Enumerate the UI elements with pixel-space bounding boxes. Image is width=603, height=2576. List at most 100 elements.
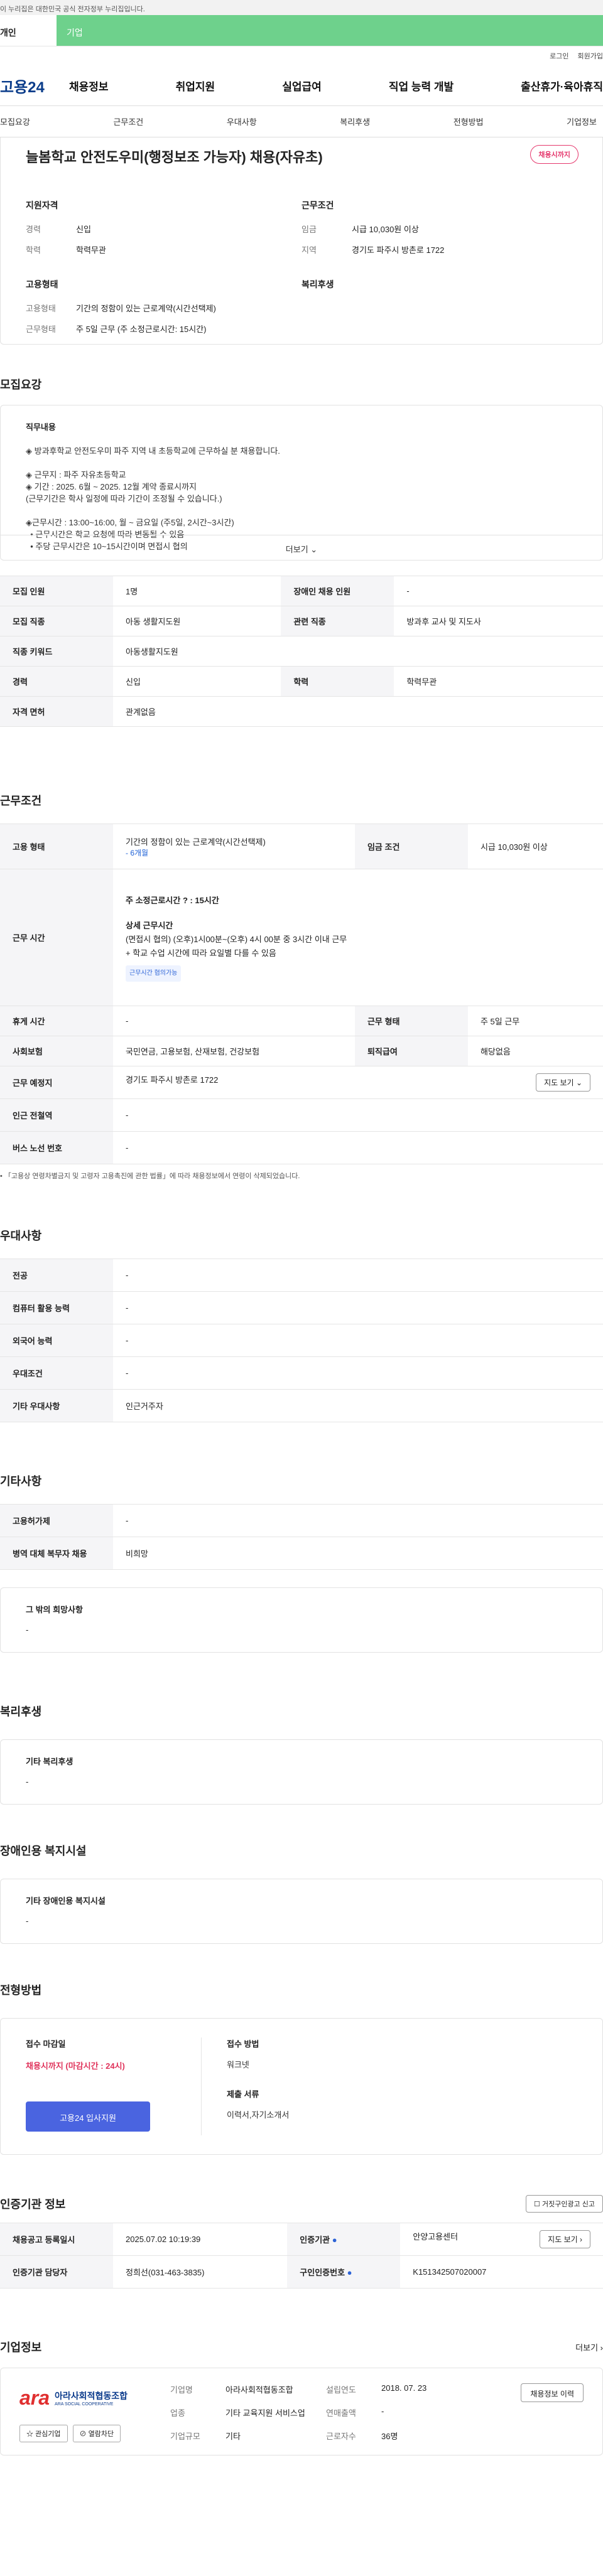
gnb-item-leave[interactable]: 출산휴가·육아휴직 — [521, 78, 603, 94]
info-key: 근로자수 — [326, 2432, 356, 2441]
table-header-cell: 휴게 시간 — [0, 1006, 113, 1036]
table-header-cell: 직종 키워드 — [0, 636, 113, 667]
agency-map-button[interactable]: 지도 보기 › — [540, 2230, 590, 2248]
work-table: 고용 형태 기간의 정함이 있는 근로계약(시간선택제) - 6개월 임금 조건 … — [0, 824, 603, 1164]
subnav-process[interactable]: 전형방법 — [454, 115, 484, 127]
site-logo[interactable]: 고용24 — [0, 75, 69, 97]
tab-personal[interactable]: 개인 — [0, 15, 57, 46]
job-summary-card: 늘봄학교 안전도우미(행정보조 가능자) 채용(자유초) 채용시까지 지원자격 … — [0, 137, 603, 345]
table-cell: 1명 — [113, 576, 281, 606]
disabled-box: 기타 장애인용 복지시설 - — [0, 1879, 603, 1944]
apply-button[interactable]: 고용24 입사지원 — [26, 2101, 150, 2132]
table-header-cell: 인근 전철역 — [0, 1098, 113, 1132]
login-link[interactable]: 로그인 — [550, 51, 568, 61]
gnb-item-jobs[interactable]: 채용정보 — [69, 78, 109, 94]
table-header-cell: 학력 — [281, 666, 394, 697]
emp-type-duration: - 6개월 — [126, 848, 149, 857]
info-key: 업종 — [170, 2408, 185, 2418]
table-cell: K151342507020007 — [400, 2255, 603, 2289]
table-header-cell: 고용허가제 — [0, 1504, 113, 1537]
info-icon[interactable]: ● — [347, 2268, 352, 2277]
table-cell: 관계없음 — [113, 696, 603, 727]
report-fake-ad-button[interactable]: ☐ 거짓구인광고 신고 — [526, 2195, 603, 2213]
table-header-cell: 전공 — [0, 1258, 113, 1292]
company-actions: ☆ 관심기업 ⊘ 열람차단 — [19, 2425, 170, 2442]
table-cell: - — [113, 1258, 603, 1292]
table-header-cell: 모집 인원 — [0, 576, 113, 606]
desc-line: (근무기간은 학사 일정에 따라 기간이 조정될 수 있습니다.) — [26, 494, 222, 503]
info-key: 설립연도 — [326, 2385, 356, 2395]
kv-value: 시급 10,030원 이상 — [352, 225, 419, 234]
summary-grid: 지원자격 경력 신입 학력 학력무관 고용형태 고용형태 기간의 정함이 있는 근로계… — [26, 199, 577, 343]
tab-company[interactable]: 기업 — [57, 15, 603, 46]
map-view-button[interactable]: 지도 보기 ⌄ — [536, 1073, 590, 1092]
hours-detail-title: 상세 근무시간 — [126, 920, 173, 930]
gnb-item-employment-support[interactable]: 취업지원 — [176, 78, 215, 94]
table-header-cell: 버스 노선 번호 — [0, 1131, 113, 1164]
table-row: 모집 인원 1명 장애인 채용 인원 - — [0, 576, 603, 606]
star-icon: ☆ — [26, 2430, 33, 2438]
agency-heading: 인증기관 정보 — [0, 2198, 66, 2211]
gnb-item-training[interactable]: 직업 능력 개발 — [389, 78, 454, 94]
siren-icon: ☐ — [534, 2201, 540, 2208]
chevron-down-icon: ⌄ — [575, 1078, 582, 1087]
kv-key: 경력 — [26, 225, 41, 234]
table-cell: 2025.07.02 10:19:39 — [113, 2223, 288, 2256]
table-header-cell: 자격 면허 — [0, 696, 113, 727]
block-view-button[interactable]: ⊘ 열람차단 — [72, 2425, 121, 2442]
table-cell: 안양고용센터 지도 보기 › — [400, 2223, 603, 2256]
header-text: 구인인증번호 — [300, 2268, 345, 2277]
table-header-cell: 외국어 능력 — [0, 1324, 113, 1357]
table-cell: - — [113, 1131, 603, 1164]
hiring-history-button[interactable]: 채용정보 이력 — [521, 2383, 584, 2402]
table-row: 병역 대체 복무자 채용 비희망 — [0, 1537, 603, 1570]
subnav-welfare[interactable]: 복리후생 — [340, 115, 370, 127]
subnav-conditions[interactable]: 근무조건 — [113, 115, 143, 127]
block-icon: ⊘ — [79, 2430, 87, 2438]
workplace-address: 경기도 파주시 방촌로 1722 — [126, 1075, 219, 1085]
method-label: 접수 방법 — [227, 2039, 259, 2049]
favorite-company-button[interactable]: ☆ 관심기업 — [19, 2425, 68, 2442]
box-label: 그 밖의 희망사항 — [26, 1605, 83, 1614]
hours-main: 주 소정근로시간 ? : 15시간 — [126, 895, 219, 905]
company-info-grid: 기업명 아라사회적협동조합 설립연도 2018. 07. 23 업종 기타 교육지원 … — [170, 2383, 521, 2441]
agency-table: 채용공고 등록일시 2025.07.02 10:19:39 인증기관 ● 안양고용센터… — [0, 2223, 603, 2289]
subnav-company[interactable]: 기업정보 — [567, 115, 597, 127]
table-cell: 방과후 교사 및 지도사 — [394, 606, 603, 636]
table-cell: 학력무관 — [394, 666, 603, 697]
table-header-cell: 구인인증번호 ● — [287, 2255, 401, 2289]
hours-negotiable-chip: 근무시간 협의가능 — [126, 965, 182, 982]
gnb-item-unemployment[interactable]: 실업급여 — [282, 78, 322, 94]
process-heading: 전형방법 — [0, 1984, 42, 1997]
table-header-cell: 관련 직종 — [281, 606, 394, 636]
desc-line — [26, 505, 577, 517]
desc-line: ◈ 기간 : 2025. 6월 ~ 2025. 12월 계약 종료시까지 — [26, 482, 197, 491]
info-icon[interactable]: ● — [332, 2235, 337, 2245]
kv-key: 임금 — [302, 225, 317, 234]
table-header-cell: 병역 대체 복무자 채용 — [0, 1537, 113, 1570]
company-logo: ara 아라사회적협동조합 ARA SOCIAL COOPERATIVE — [19, 2383, 145, 2412]
table-row: 사회보험 국민연금, 고용보험, 산재보험, 건강보험 퇴직급여 해당없음 — [0, 1036, 603, 1066]
table-cell: 경기도 파주시 방촌로 1722 지도 보기 ⌄ — [113, 1066, 603, 1099]
table-row: 자격 면허 관계없음 — [0, 696, 603, 727]
table-header-cell: 기타 우대사항 — [0, 1389, 113, 1422]
table-cell: - — [113, 1098, 603, 1132]
more-button[interactable]: 더보기 ⌄ — [1, 535, 602, 560]
cond-wage: 임금 시급 10,030원 이상 — [302, 223, 577, 235]
company-more-link[interactable]: 더보기 › — [575, 2341, 603, 2353]
pref-table: 전공 - 컴퓨터 활용 능력 - 외국어 능력 - 우대조건 - 기타 우대사항 인근거주… — [0, 1258, 603, 1422]
table-header-cell: 장애인 채용 인원 — [281, 576, 394, 606]
join-link[interactable]: 회원가입 — [578, 51, 603, 61]
pref-heading: 우대사항 — [0, 1230, 42, 1242]
gnb-menu: 채용정보 취업지원 실업급여 직업 능력 개발 출산휴가·육아휴직 — [69, 78, 603, 94]
deadline-label: 접수 마감일 — [26, 2039, 66, 2049]
info-key: 기업명 — [170, 2385, 193, 2395]
other-wish-box: 그 밖의 희망사항 - — [0, 1587, 603, 1653]
subnav-recruit[interactable]: 모집요강 — [0, 115, 30, 127]
table-header-cell: 인증기관 ● — [287, 2223, 401, 2256]
company-card: ara 아라사회적협동조합 ARA SOCIAL COOPERATIVE ☆ 관심… — [0, 2368, 603, 2455]
table-row: 버스 노선 번호 - — [0, 1131, 603, 1164]
subnav-preferences[interactable]: 우대사항 — [227, 115, 257, 127]
global-nav: 고용24 채용정보 취업지원 실업급여 직업 능력 개발 출산휴가·육아휴직 — [0, 65, 603, 106]
docs-label: 제출 서류 — [227, 2090, 259, 2099]
